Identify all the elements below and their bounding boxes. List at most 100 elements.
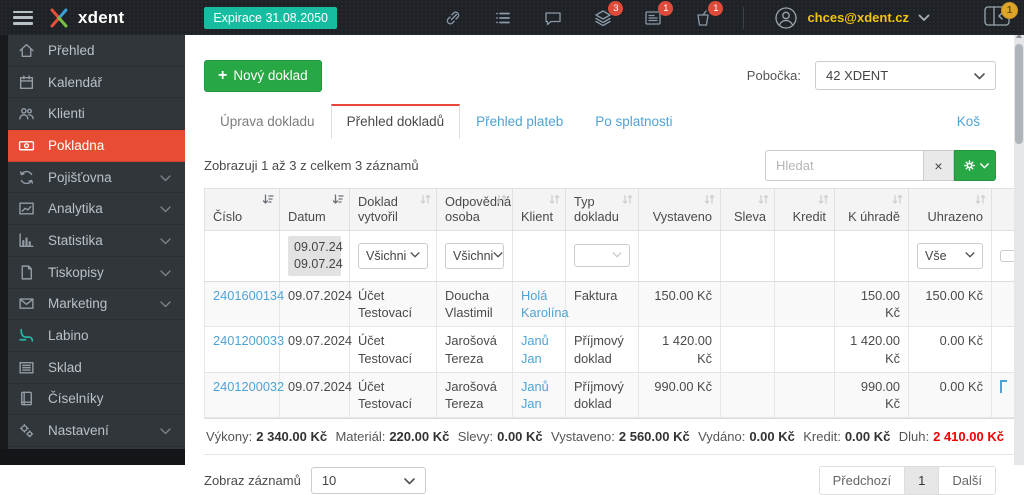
layers-icon[interactable]: 3 xyxy=(593,0,624,28)
column-header-cislo[interactable]: Číslo xyxy=(204,188,280,231)
scrollbar-thumb[interactable] xyxy=(1015,44,1023,144)
sidebar-item-labino[interactable]: Labino xyxy=(0,320,185,352)
table-settings-button[interactable] xyxy=(954,150,996,181)
document-number-link[interactable]: 2401200032 xyxy=(213,379,284,394)
news-icon[interactable]: 1 xyxy=(643,0,674,28)
sidebar-item-analytika[interactable]: Analytika xyxy=(0,193,185,226)
sort-desc-icon xyxy=(332,193,344,208)
sidebar-item-klienti[interactable]: Klienti xyxy=(0,98,185,131)
sidebar-item-marketing[interactable]: Marketing xyxy=(0,289,185,321)
tab-po-splatnosti[interactable]: Po splatnosti xyxy=(579,105,688,139)
next-page-button[interactable]: Další xyxy=(939,467,995,495)
table-row[interactable]: 2401600134 09.07.2024 Účet Testovací Dou… xyxy=(204,280,1014,328)
topbar-divider xyxy=(743,6,745,29)
link-icon[interactable] xyxy=(443,8,463,28)
sidebar-item-label: Klienti xyxy=(48,106,85,122)
sort-icon xyxy=(975,193,986,208)
sidebar-item-label: Tiskopisy xyxy=(48,264,104,280)
responsible-filter-select[interactable]: Všichni xyxy=(445,242,504,269)
sidebar-item-pokladna[interactable]: Pokladna xyxy=(0,130,185,162)
list-icon[interactable] xyxy=(493,8,513,28)
chevron-down-icon xyxy=(160,201,171,216)
plus-icon: + xyxy=(218,66,228,84)
news-badge: 1 xyxy=(658,0,674,16)
recycle-icon xyxy=(18,169,35,186)
sidebar-item-tiskopisy[interactable]: Tiskopisy xyxy=(0,257,185,289)
current-page[interactable]: 1 xyxy=(905,467,940,495)
expiration-badge: Expirace 31.08.2050 xyxy=(204,6,338,29)
column-header-typ-dokladu[interactable]: Typ dokladu xyxy=(565,188,639,231)
user-menu[interactable]: chces@xdent.cz xyxy=(774,6,930,30)
column-header-datum[interactable]: Datum xyxy=(279,188,350,231)
column-header-kredit[interactable]: Kredit xyxy=(774,188,835,231)
column-header-odpovedna-osoba[interactable]: Odpovědná osoba xyxy=(436,188,513,231)
page-size-select[interactable]: 10 xyxy=(310,467,426,495)
chevron-down-icon xyxy=(160,296,171,311)
envelope-icon xyxy=(18,295,35,312)
column-header-uhrazeno[interactable]: Uhrazeno xyxy=(908,188,992,231)
sort-icon xyxy=(496,193,507,208)
sidebar-item-prehled[interactable]: Přehled xyxy=(0,35,185,67)
document-number-link[interactable]: 2401200033 xyxy=(213,333,284,348)
cup-icon[interactable]: 1 xyxy=(693,0,724,28)
column-header-doklad-vytvoril[interactable]: Doklad vytvořil xyxy=(349,188,437,231)
app-logo[interactable]: xdent xyxy=(47,7,124,29)
filter-klient xyxy=(512,230,566,282)
client-link[interactable]: Janů Jan xyxy=(521,333,549,365)
sidebar-item-label: Marketing xyxy=(48,296,108,312)
client-link[interactable]: Holá Karolína xyxy=(521,288,569,320)
search-input[interactable] xyxy=(765,150,923,181)
client-link[interactable]: Janů Jan xyxy=(521,379,549,411)
column-header-sleva[interactable]: Sleva xyxy=(720,188,775,231)
money-icon xyxy=(18,137,35,154)
column-header-vystaveno[interactable]: Vystaveno xyxy=(638,188,721,231)
sidebar-item-statistika[interactable]: Statistika xyxy=(0,225,185,257)
total-vydano: Vydáno: 0.00 Kč xyxy=(698,429,795,445)
sidebar-item-nastaveni[interactable]: Nastavení xyxy=(0,415,185,447)
new-document-button[interactable]: + Nový doklad xyxy=(204,59,322,92)
branch-select[interactable]: 42 XDENT xyxy=(815,61,996,90)
column-header-klient[interactable]: Klient xyxy=(512,188,566,231)
tab-prehled-plateb[interactable]: Přehled plateb xyxy=(460,105,579,139)
date-range-filter[interactable]: 09.07.24 09.07.24 xyxy=(288,236,343,276)
home-icon xyxy=(18,42,35,59)
gears-icon xyxy=(18,422,35,439)
user-email: chces@xdent.cz xyxy=(807,10,909,25)
table-row[interactable]: 2401200033 09.07.2024 Účet Testovací Jar… xyxy=(204,326,1014,373)
table-row[interactable]: 2401200032 09.07.2024 Účet Testovací Jar… xyxy=(204,371,1014,419)
calendar-icon xyxy=(18,74,35,91)
sidebar-item-pojistovna[interactable]: Pojišťovna xyxy=(0,162,185,194)
type-filter-select[interactable] xyxy=(574,244,630,268)
column-header-clipped xyxy=(991,188,1014,231)
sort-desc-icon xyxy=(262,193,274,208)
document-number-link[interactable]: 2401600134 xyxy=(213,288,284,303)
sidebar-item-kalendar[interactable]: Kalendář xyxy=(0,67,185,99)
sidebar-item-label: Analytika xyxy=(48,201,103,217)
totals-row: Výkony: 2 340.00 Kč Materiál: 220.00 Kč Sl… xyxy=(204,418,1014,456)
creator-filter-select[interactable]: Všichni xyxy=(358,242,428,269)
paid-filter-select[interactable]: Vše xyxy=(917,242,983,269)
tab-bar: Úprava dokladu Přehled dokladů Přehled p… xyxy=(204,104,1014,139)
tab-kos[interactable]: Koš xyxy=(941,105,996,139)
clear-search-button[interactable]: × xyxy=(923,150,954,181)
sort-icon xyxy=(818,193,829,208)
column-header-k-uhrade[interactable]: K úhradě xyxy=(834,188,909,231)
sidebar-item-sklad[interactable]: Sklad xyxy=(0,352,185,384)
date-from: 09.07.24 xyxy=(294,240,343,254)
filter-typ xyxy=(565,230,639,282)
sidebar-item-ciselniky[interactable]: Číselníky xyxy=(0,384,185,416)
tab-prehled-dokladu[interactable]: Přehled dokladů xyxy=(330,104,461,139)
new-document-label: Nový doklad xyxy=(233,68,308,83)
sidebar-item-label: Číselníky xyxy=(48,391,104,407)
chat-icon[interactable] xyxy=(543,8,563,28)
corner-notification-badge: 1 xyxy=(1001,2,1018,19)
previous-page-button[interactable]: Předchozí xyxy=(819,467,906,495)
sidebar-item-label: Nastavení xyxy=(48,423,109,439)
line-chart-icon xyxy=(18,200,35,217)
sidebar-item-label: Pokladna xyxy=(48,137,105,153)
table-header-row: Číslo Datum Doklad vytvořil Odpovědná os… xyxy=(204,188,1014,231)
menu-toggle-icon[interactable] xyxy=(13,10,33,25)
tab-uprava-dokladu[interactable]: Úprava dokladu xyxy=(204,105,331,139)
chevron-down-icon xyxy=(410,250,420,261)
sort-icon xyxy=(622,193,633,208)
